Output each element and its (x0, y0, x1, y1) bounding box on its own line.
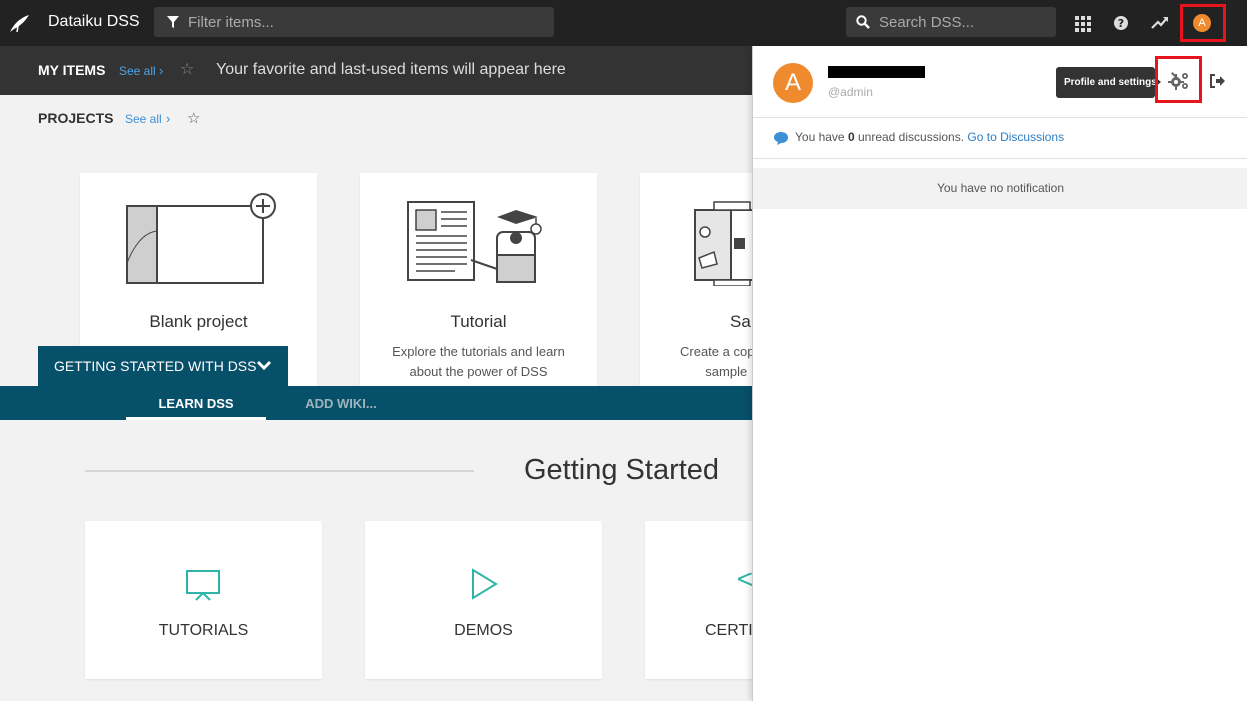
my-items-hint: Your favorite and last-used items will a… (216, 61, 566, 78)
projects-see-all-link[interactable]: See all (125, 112, 162, 126)
tutorial-icon (407, 201, 542, 283)
avatar[interactable]: A (773, 63, 813, 103)
app-name[interactable]: Dataiku DSS (48, 13, 140, 31)
card-title: Tutorial (450, 312, 507, 331)
apps-grid-icon[interactable] (1073, 13, 1093, 33)
chevron-down-icon (256, 360, 272, 371)
redacted-user-name (828, 66, 925, 78)
card-label: TUTORIALS (158, 622, 249, 639)
discussions-summary: You have 0 unread discussions. Go to Dis… (773, 130, 1064, 145)
user-profile-panel: A @admin Profile and settings You have 0… (752, 46, 1247, 701)
presentation-screen-icon (186, 570, 220, 601)
profile-settings-tooltip: Profile and settings (1056, 67, 1161, 98)
divider (753, 117, 1247, 118)
go-to-discussions-link[interactable]: Go to Discussions (967, 130, 1064, 144)
svg-text:?: ? (1118, 17, 1124, 30)
getting-started-label: GETTING STARTED WITH DSS (54, 358, 257, 374)
profile-settings-button[interactable] (1155, 56, 1202, 103)
avatar: A (1193, 14, 1211, 32)
card-description: Create a cop sample (680, 344, 755, 379)
chevron-right-icon[interactable]: › (166, 111, 170, 126)
getting-started-title: Getting Started (524, 454, 720, 486)
filter-items-input[interactable] (188, 7, 548, 37)
logout-icon[interactable] (1209, 73, 1227, 89)
gears-icon (1168, 72, 1188, 90)
card-label: DEMOS (454, 622, 513, 639)
tutorials-card[interactable]: TUTORIALS (85, 521, 322, 679)
tooltip-text: Profile and settings (1064, 77, 1157, 88)
search-dss-box[interactable] (846, 7, 1056, 37)
demos-card[interactable]: DEMOS (365, 521, 602, 679)
divider (753, 158, 1247, 159)
top-navbar: Dataiku DSS ? A (0, 0, 1247, 46)
my-items-see-all-link[interactable]: See all (119, 64, 156, 78)
tutorial-project-card[interactable]: Tutorial Explore the tutorials and learn… (360, 173, 597, 388)
search-icon (856, 15, 870, 29)
help-icon[interactable]: ? (1111, 13, 1131, 33)
trending-icon[interactable] (1150, 13, 1170, 33)
getting-started-tabs: LEARN DSS ADD WIKI... (0, 386, 760, 420)
getting-started-toggle-button[interactable]: GETTING STARTED WITH DSS (38, 346, 288, 386)
discussions-prefix: You have (795, 130, 845, 144)
blank-project-icon (126, 193, 276, 284)
search-dss-input[interactable] (879, 7, 1049, 37)
dataiku-bird-logo-icon[interactable] (8, 12, 30, 34)
filter-icon (167, 16, 179, 28)
my-items-label: MY ITEMS (38, 62, 106, 78)
card-label: CERTI (705, 622, 753, 639)
discussions-suffix: unread discussions. (857, 130, 965, 144)
user-avatar-button[interactable]: A (1180, 4, 1226, 42)
no-notification-message: You have no notification (753, 168, 1247, 209)
tab-learn-dss[interactable]: LEARN DSS (126, 386, 266, 420)
username: @admin (828, 85, 873, 99)
card-title: Sa (730, 312, 751, 331)
play-icon (472, 568, 498, 600)
filter-items-box[interactable] (154, 7, 554, 37)
chat-bubble-icon (774, 131, 788, 145)
projects-label: PROJECTS (38, 110, 114, 126)
star-icon[interactable]: ☆ (180, 59, 194, 79)
card-description: Explore the tutorials and learn about th… (392, 344, 565, 379)
divider (85, 470, 474, 472)
unread-count: 0 (847, 130, 855, 144)
tab-add-wiki[interactable]: ADD WIKI... (286, 386, 396, 420)
card-title: Blank project (149, 312, 248, 331)
chevron-right-icon[interactable]: › (159, 63, 163, 78)
star-icon[interactable]: ☆ (187, 109, 200, 127)
